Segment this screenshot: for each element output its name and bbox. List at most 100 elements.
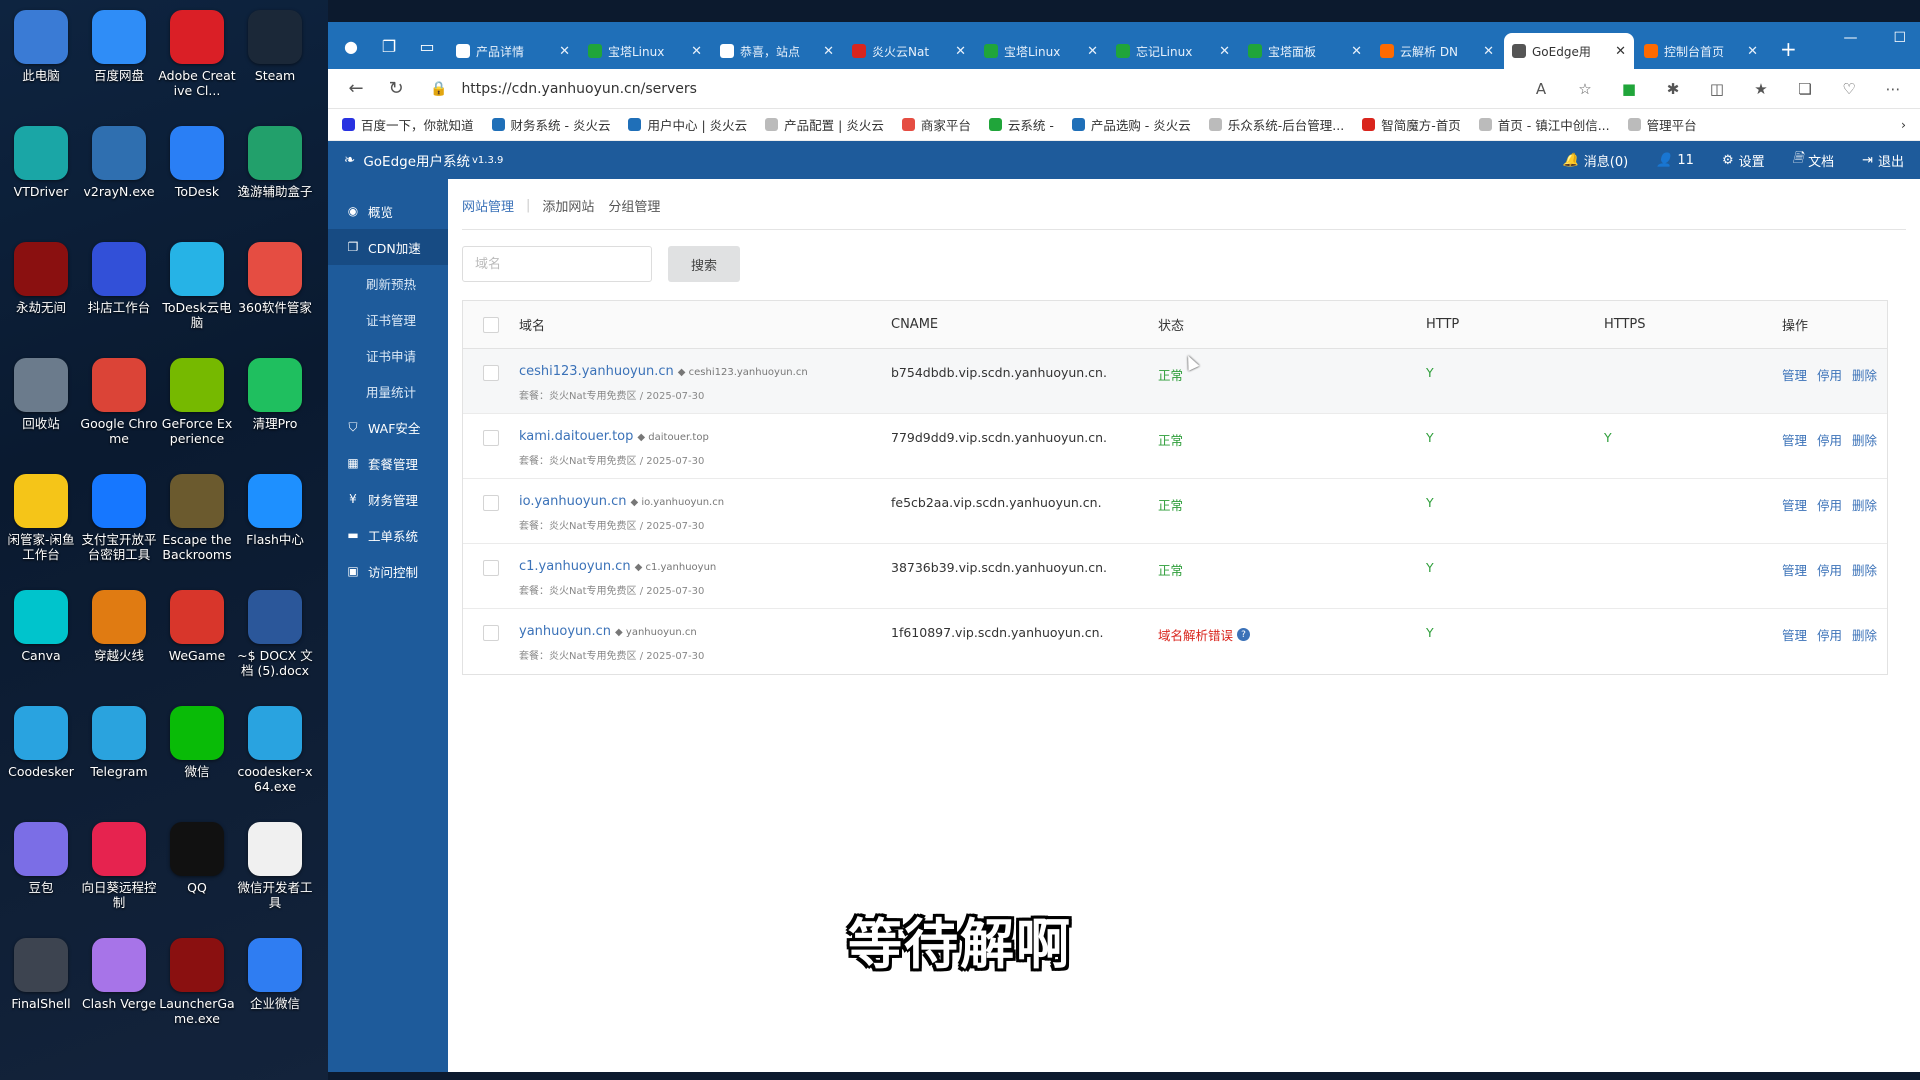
desktop-icon[interactable]: 支付宝开放平台密钥工具 — [80, 474, 158, 562]
close-icon[interactable]: ✕ — [823, 44, 834, 59]
profile-icon[interactable]: ● — [334, 29, 368, 63]
delete-link[interactable]: 删除 — [1852, 495, 1877, 543]
desktop-icon[interactable]: 微信 — [158, 706, 236, 779]
logout-link[interactable]: ⇥ 退出 — [1862, 149, 1904, 171]
desktop-icon[interactable]: 360软件管家 — [236, 242, 314, 315]
desktop-icon[interactable]: 向日葵远程控制 — [80, 822, 158, 910]
close-icon[interactable]: ✕ — [1483, 44, 1494, 59]
close-icon[interactable]: ✕ — [955, 44, 966, 59]
browser-essentials-icon[interactable]: ♡ — [1834, 80, 1864, 98]
browser-tab[interactable]: 宝塔Linux ✕ — [580, 33, 710, 69]
row-checkbox[interactable] — [483, 560, 499, 576]
desktop-icon[interactable]: coodesker-x64.exe — [236, 706, 314, 794]
desktop-icon[interactable]: Adobe Creative Cl... — [158, 10, 236, 98]
bookmark-item[interactable]: 产品配置 | 炎火云 — [765, 115, 884, 134]
help-icon[interactable]: ? — [1237, 628, 1251, 641]
browser-tab[interactable]: 宝塔Linux ✕ — [976, 33, 1106, 69]
manage-link[interactable]: 管理 — [1782, 365, 1807, 413]
desktop-icon[interactable]: 豆包 — [2, 822, 80, 895]
extensions-icon[interactable]: ✱ — [1658, 80, 1688, 98]
brand[interactable]: ❧ GoEdge用户系统 v1.3.9 — [344, 150, 503, 170]
workspaces-icon[interactable]: ❐ — [372, 29, 406, 63]
desktop-icon[interactable]: ToDesk — [158, 126, 236, 199]
tab-site-manage[interactable]: 网站管理 — [462, 196, 514, 215]
close-icon[interactable]: ✕ — [1615, 44, 1626, 59]
bookmark-item[interactable]: 乐众系统-后台管理... — [1208, 115, 1344, 134]
close-icon[interactable]: ✕ — [1351, 44, 1362, 59]
desktop-icon[interactable]: Telegram — [80, 706, 158, 779]
delete-link[interactable]: 删除 — [1852, 625, 1877, 674]
browser-tab[interactable]: 恭喜，站点 ✕ — [712, 33, 842, 69]
desktop-icon[interactable]: 微信开发者工具 — [236, 822, 314, 910]
desktop-icon[interactable]: 回收站 — [2, 358, 80, 431]
desktop-icon[interactable]: 百度网盘 — [80, 10, 158, 83]
desktop-icon[interactable]: 清理Pro — [236, 358, 314, 431]
desktop-icon[interactable]: GeForce Experience — [158, 358, 236, 446]
browser-tab[interactable]: GoEdge用 ✕ — [1504, 33, 1634, 69]
close-icon[interactable]: ✕ — [1747, 44, 1758, 59]
bookmark-item[interactable]: 管理平台 — [1627, 115, 1697, 134]
settings-link[interactable]: ⚙ 设置 — [1722, 149, 1765, 171]
desktop-icon[interactable]: Google Chrome — [80, 358, 158, 446]
desktop-icon[interactable]: Escape the Backrooms — [158, 474, 236, 562]
desktop-icon[interactable]: Canva — [2, 590, 80, 663]
domain-link[interactable]: yanhuoyun.cn — [519, 624, 611, 639]
close-icon[interactable]: ✕ — [559, 44, 570, 59]
bookmark-item[interactable]: 用户中心 | 炎火云 — [628, 115, 747, 134]
manage-link[interactable]: 管理 — [1782, 430, 1807, 478]
delete-link[interactable]: 删除 — [1852, 365, 1877, 413]
select-all-checkbox[interactable] — [483, 316, 499, 333]
close-icon[interactable]: ✕ — [1219, 44, 1230, 59]
delete-link[interactable]: 删除 — [1852, 560, 1877, 608]
collections-icon[interactable]: ❏ — [1790, 80, 1820, 98]
sidebar-item-access[interactable]: ▣ 访问控制 — [328, 553, 448, 589]
favorite-star-icon[interactable]: ☆ — [1570, 80, 1600, 98]
desktop-icon[interactable]: VTDriver — [2, 126, 80, 199]
domain-link[interactable]: kami.daitouer.top — [519, 429, 633, 444]
close-icon[interactable]: ✕ — [691, 44, 702, 59]
row-checkbox[interactable] — [483, 495, 499, 511]
back-icon[interactable]: ← — [340, 73, 372, 105]
bookmark-item[interactable]: 商家平台 — [901, 115, 971, 134]
split-screen-icon[interactable]: ◫ — [1702, 80, 1732, 98]
disable-link[interactable]: 停用 — [1817, 365, 1842, 413]
sidebar-sub-refresh[interactable]: 刷新预热 — [328, 265, 448, 301]
read-aloud-icon[interactable]: A — [1526, 80, 1556, 98]
delete-link[interactable]: 删除 — [1852, 430, 1877, 478]
minimize-icon[interactable]: — — [1843, 30, 1857, 46]
domain-link[interactable]: c1.yanhuoyun.cn — [519, 559, 631, 574]
search-button[interactable]: 搜索 — [668, 246, 740, 282]
domain-search-input[interactable] — [462, 246, 652, 282]
desktop-icon[interactable]: Coodesker — [2, 706, 80, 779]
desktop-icon[interactable]: WeGame — [158, 590, 236, 663]
browser-tab[interactable]: 控制台首页 ✕ — [1636, 33, 1766, 69]
manage-link[interactable]: 管理 — [1782, 625, 1807, 674]
sidebar-item-waf[interactable]: ⛉ WAF安全 — [328, 409, 448, 445]
favorites-icon[interactable]: ★ — [1746, 80, 1776, 98]
sidebar-sub-cert-manage[interactable]: 证书管理 — [328, 301, 448, 337]
extension-icon[interactable]: ■ — [1614, 80, 1644, 98]
url-field[interactable]: 🔒 https://cdn.yanhuoyun.cn/servers — [420, 74, 1512, 104]
bookmark-item[interactable]: 财务系统 - 炎火云 — [491, 115, 610, 134]
bookmark-item[interactable]: 智简魔方-首页 — [1362, 115, 1461, 134]
messages-link[interactable]: 🔔 消息(0) — [1563, 149, 1629, 171]
row-checkbox[interactable] — [483, 625, 499, 641]
chevron-right-icon[interactable]: › — [1901, 117, 1906, 132]
row-checkbox[interactable] — [483, 365, 499, 381]
sidebar-item-package[interactable]: ▦ 套餐管理 — [328, 445, 448, 481]
sidebar-item-overview[interactable]: ◉ 概览 — [328, 193, 448, 229]
close-icon[interactable]: ✕ — [1087, 44, 1098, 59]
maximize-icon[interactable]: ☐ — [1893, 30, 1906, 46]
desktop-icon[interactable]: ~$ DOCX 文档 (5).docx — [236, 590, 314, 678]
tab-actions-icon[interactable]: ▭ — [410, 29, 444, 63]
desktop-icon[interactable]: 穿越火线 — [80, 590, 158, 663]
refresh-icon[interactable]: ↻ — [380, 73, 412, 105]
tab-add-site[interactable]: 添加网站 — [542, 196, 594, 215]
desktop-icon[interactable]: 逸游辅助盒子 — [236, 126, 314, 199]
desktop-icon[interactable]: 永劫无间 — [2, 242, 80, 315]
tab-group-manage[interactable]: 分组管理 — [608, 196, 660, 215]
domain-link[interactable]: io.yanhuoyun.cn — [519, 494, 627, 509]
browser-tab[interactable]: 炎火云Nat ✕ — [844, 33, 974, 69]
sidebar-item-cdn[interactable]: ❐ CDN加速 — [328, 229, 448, 265]
sidebar-item-ticket[interactable]: ▬ 工单系统 — [328, 517, 448, 553]
